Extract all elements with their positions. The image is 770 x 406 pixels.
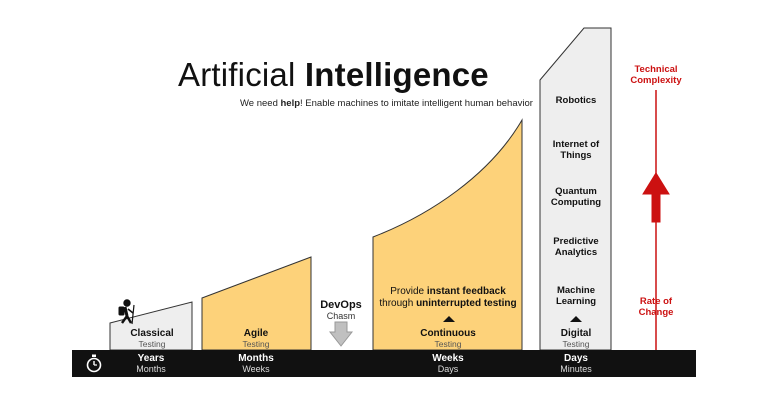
devops-title: DevOps bbox=[320, 299, 362, 311]
timebar-sub: Weeks bbox=[242, 364, 270, 374]
devops-chasm-label: DevOps Chasm bbox=[306, 300, 376, 322]
diagram: Artificial Intelligence We need help! En… bbox=[0, 0, 770, 406]
stage-title: Continuous bbox=[420, 328, 476, 339]
timebar-sub: Months bbox=[136, 364, 166, 374]
feedback-text: Provide instant feedback through uninter… bbox=[373, 286, 523, 310]
timebar-label-weeks: Weeks Days bbox=[408, 353, 488, 375]
stage-label-digital: Digital Testing bbox=[536, 328, 616, 350]
tier-machine-learning: Machine Learning bbox=[555, 285, 597, 307]
stage-sub: Testing bbox=[434, 339, 462, 349]
feedback-pre1: Provide bbox=[390, 286, 427, 297]
tier-internet-of-things: Internet of Things bbox=[552, 139, 600, 161]
stage-sub: Testing bbox=[138, 339, 166, 349]
timebar-label-days: Days Minutes bbox=[536, 353, 616, 375]
timebar-title: Months bbox=[238, 353, 274, 364]
title-bold: Intelligence bbox=[304, 56, 489, 93]
stage-title: Agile bbox=[243, 328, 269, 339]
subtitle-bold: help bbox=[280, 98, 301, 109]
stage-title: Classical bbox=[130, 328, 174, 339]
timebar-title: Days bbox=[564, 353, 588, 364]
subtitle: We need help! Enable machines to imitate… bbox=[240, 98, 533, 109]
stage-sub: Testing bbox=[242, 339, 270, 349]
stage-label-agile: Agile Testing bbox=[216, 328, 296, 350]
timebar-title: Weeks bbox=[432, 353, 464, 364]
stage-sub: Testing bbox=[562, 339, 590, 349]
tier-robotics: Robotics bbox=[555, 95, 597, 106]
arrow-up-icon bbox=[642, 172, 670, 223]
feedback-bold1: instant feedback bbox=[426, 286, 506, 297]
stage-label-classical: Classical Testing bbox=[112, 328, 192, 350]
timebar-label-years: Years Months bbox=[111, 353, 191, 375]
timebar-title: Years bbox=[137, 353, 165, 364]
arrow-down-icon bbox=[328, 321, 354, 347]
subtitle-post: ! Enable machines to imitate intelligent… bbox=[300, 98, 533, 109]
timebar-sub: Minutes bbox=[560, 364, 592, 374]
subtitle-pre: We need bbox=[240, 98, 281, 109]
feedback-pre2: through bbox=[379, 298, 417, 309]
tier-predictive-analytics: Predictive Analytics bbox=[553, 236, 599, 258]
feedback-bold2: uninterrupted testing bbox=[416, 298, 517, 309]
timebar-sub: Days bbox=[437, 364, 459, 374]
timebar-label-months: Months Weeks bbox=[216, 353, 296, 375]
tier-quantum-computing: Quantum Computing bbox=[550, 186, 602, 208]
page-title: Artificial Intelligence bbox=[178, 56, 489, 94]
continuous-stage-shape bbox=[372, 118, 523, 351]
technical-complexity-label: Technical Complexity bbox=[630, 64, 682, 86]
stage-label-continuous: Continuous Testing bbox=[403, 328, 493, 350]
title-light: Artificial bbox=[178, 56, 296, 93]
rate-of-change-label: Rate of Change bbox=[638, 296, 674, 318]
devops-sub: Chasm bbox=[326, 311, 356, 321]
stage-title: Digital bbox=[560, 328, 592, 339]
